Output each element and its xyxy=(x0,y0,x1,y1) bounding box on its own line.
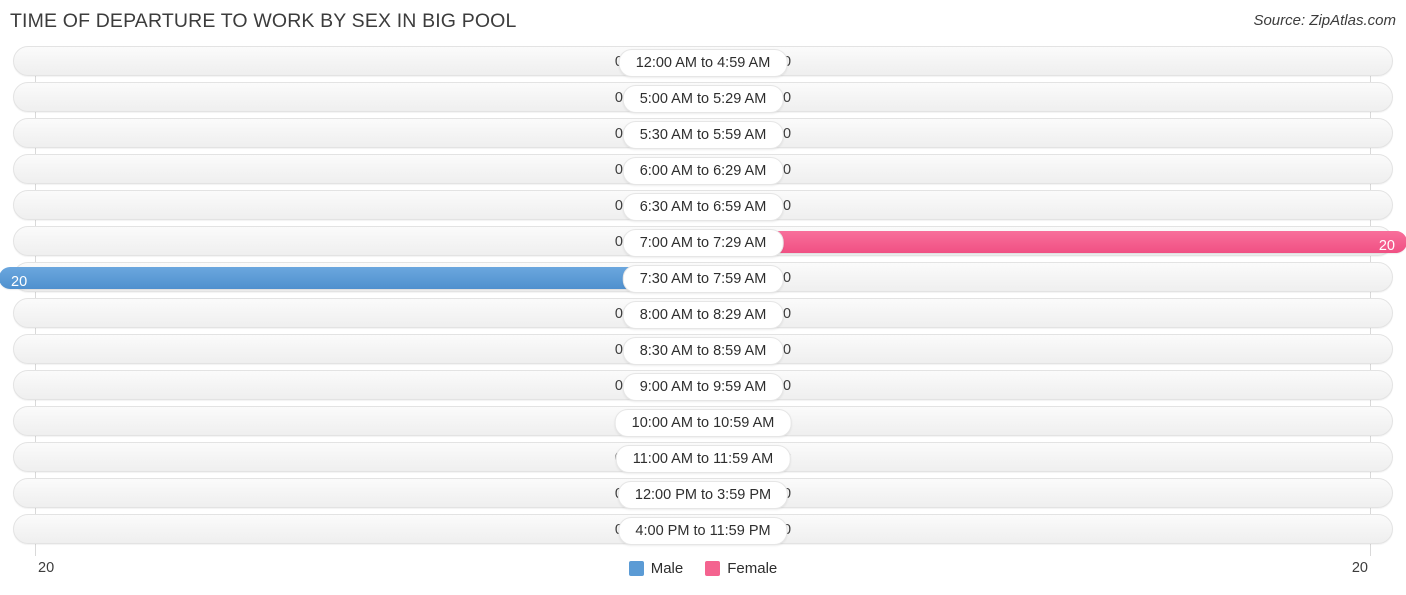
category-label: 10:00 AM to 10:59 AM xyxy=(614,409,792,437)
bar-row: 0 0 8:00 AM to 8:29 AM xyxy=(0,298,1406,329)
chart-footer: 20 20 Male Female xyxy=(0,556,1406,595)
bar-value-female: 0 xyxy=(783,378,792,394)
bar-track: 0 0 9:00 AM to 9:59 AM xyxy=(13,370,1393,401)
bar-row: 0011:00 AM to 11:59 AM xyxy=(0,442,1406,473)
category-label: 12:00 PM to 3:59 PM xyxy=(617,481,789,509)
category-label: 12:00 AM to 4:59 AM xyxy=(618,49,788,77)
bar-value-female: 0 xyxy=(783,162,792,178)
bar-row: 0 20 7:00 AM to 7:29 AM xyxy=(0,226,1406,257)
bar-row: 004:00 PM to 11:59 PM xyxy=(0,514,1406,545)
plot-area: 0012:00 AM to 4:59 AM005:00 AM to 5:29 A… xyxy=(0,46,1406,556)
chart-header: TIME OF DEPARTURE TO WORK BY SEX IN BIG … xyxy=(0,0,1406,46)
bar-track: 0010:00 AM to 10:59 AM xyxy=(13,406,1393,437)
bar-value-female: 0 xyxy=(783,306,792,322)
chart-container: TIME OF DEPARTURE TO WORK BY SEX IN BIG … xyxy=(0,0,1406,595)
bar-track: 0 0 8:30 AM to 8:59 AM xyxy=(13,334,1393,365)
category-label: 5:30 AM to 5:59 AM xyxy=(622,121,784,149)
category-label: 7:00 AM to 7:29 AM xyxy=(622,229,784,257)
bar-row: 0 0 6:30 AM to 6:59 AM xyxy=(0,190,1406,221)
bar-row: 0 0 6:00 AM to 6:29 AM xyxy=(0,154,1406,185)
bar-row: 0 0 5:00 AM to 5:29 AM xyxy=(0,82,1406,113)
bar-value-female: 0 xyxy=(783,270,792,286)
bar-track: 0011:00 AM to 11:59 AM xyxy=(13,442,1393,473)
bar-track: 0 20 7:30 AM to 7:59 AM xyxy=(0,262,1393,293)
category-label: 8:30 AM to 8:59 AM xyxy=(622,337,784,365)
bar-row: 0012:00 AM to 4:59 AM xyxy=(0,46,1406,77)
page-title: TIME OF DEPARTURE TO WORK BY SEX IN BIG … xyxy=(10,10,517,32)
legend-item-female[interactable]: Female xyxy=(705,560,777,577)
bar-track: 0 0 6:00 AM to 6:29 AM xyxy=(13,154,1393,185)
bar-row: 0012:00 PM to 3:59 PM xyxy=(0,478,1406,509)
category-label: 8:00 AM to 8:29 AM xyxy=(622,301,784,329)
legend-swatch-icon xyxy=(628,561,644,576)
source-attribution: Source: ZipAtlas.com xyxy=(1253,12,1396,29)
bar-male: 20 xyxy=(0,267,689,290)
category-label: 6:00 AM to 6:29 AM xyxy=(622,157,784,185)
category-label: 5:00 AM to 5:29 AM xyxy=(622,85,784,113)
bar-track: 0 0 8:00 AM to 8:29 AM xyxy=(13,298,1393,329)
bar-value-female: 0 xyxy=(783,90,792,106)
category-label: 11:00 AM to 11:59 AM xyxy=(615,445,791,473)
legend-swatch-icon xyxy=(705,561,721,576)
chart-legend: Male Female xyxy=(0,560,1406,577)
bar-row: 0 0 8:30 AM to 8:59 AM xyxy=(0,334,1406,365)
bar-female: 20 xyxy=(717,231,1406,254)
bar-row: 0010:00 AM to 10:59 AM xyxy=(0,406,1406,437)
bar-value-female: 20 xyxy=(1378,238,1395,254)
bar-track: 0 20 7:00 AM to 7:29 AM xyxy=(13,226,1406,257)
bar-value-female: 0 xyxy=(783,342,792,358)
bar-value-male: 20 xyxy=(11,274,28,290)
bar-track: 0 0 5:00 AM to 5:29 AM xyxy=(13,82,1393,113)
bar-row-list: 0012:00 AM to 4:59 AM005:00 AM to 5:29 A… xyxy=(0,46,1406,550)
bar-track: 0012:00 PM to 3:59 PM xyxy=(13,478,1393,509)
category-label: 4:00 PM to 11:59 PM xyxy=(618,517,788,545)
bar-track: 004:00 PM to 11:59 PM xyxy=(13,514,1393,545)
bar-track: 0 0 5:30 AM to 5:59 AM xyxy=(13,118,1393,149)
legend-label: Male xyxy=(650,560,684,577)
legend-item-male[interactable]: Male xyxy=(628,560,684,577)
bar-row: 0 0 5:30 AM to 5:59 AM xyxy=(0,118,1406,149)
bar-track: 0012:00 AM to 4:59 AM xyxy=(13,46,1393,77)
legend-label: Female xyxy=(727,560,778,577)
bar-value-female: 0 xyxy=(783,198,792,214)
bar-value-female: 0 xyxy=(783,126,792,142)
bar-row: 0 0 9:00 AM to 9:59 AM xyxy=(0,370,1406,401)
bar-row: 0 20 7:30 AM to 7:59 AM xyxy=(0,262,1406,293)
category-label: 6:30 AM to 6:59 AM xyxy=(622,193,784,221)
bar-track: 0 0 6:30 AM to 6:59 AM xyxy=(13,190,1393,221)
category-label: 9:00 AM to 9:59 AM xyxy=(622,373,784,401)
category-label: 7:30 AM to 7:59 AM xyxy=(622,265,784,293)
